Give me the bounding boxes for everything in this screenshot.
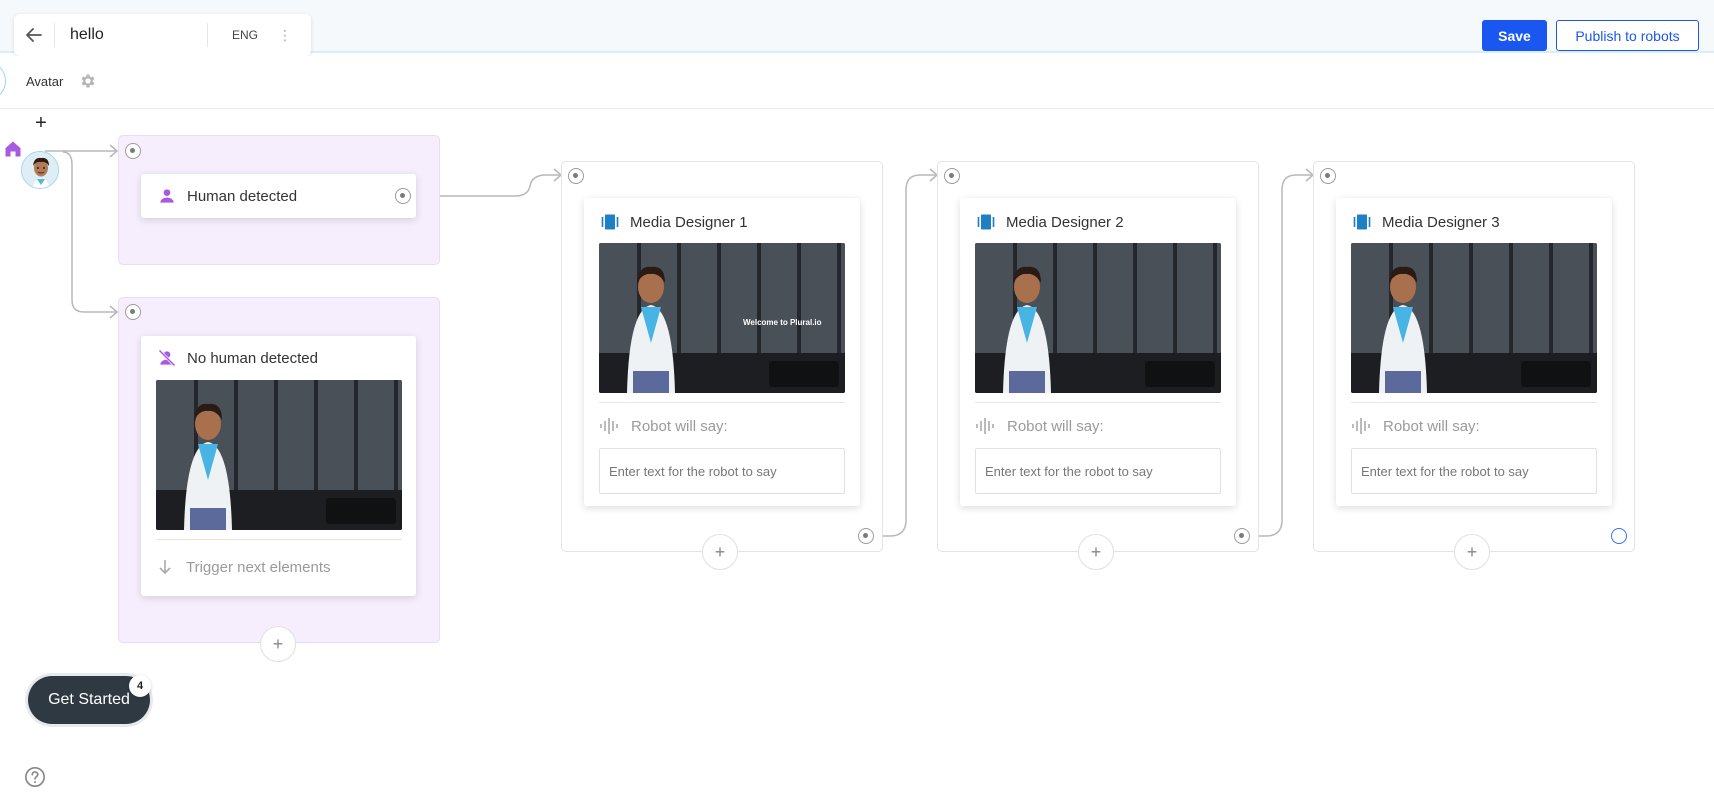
add-element-button[interactable]: +: [702, 534, 738, 570]
media-designer-3-output-port[interactable]: [1611, 528, 1627, 544]
app-root: hello ENG ⋮ Save Publish to robots Avata…: [0, 0, 1714, 809]
robot-will-say-label: Robot will say:: [631, 417, 728, 435]
media-designer-icon: [977, 214, 995, 230]
card-divider: [1351, 402, 1597, 403]
more-options-icon[interactable]: ⋮: [278, 27, 292, 44]
robot-will-say-row: Robot will say:: [599, 416, 728, 436]
help-button[interactable]: [15, 762, 55, 792]
title-separator-2: [207, 23, 208, 47]
media-overlay-text: Welcome to Plural.io: [743, 318, 822, 327]
card-divider: [156, 539, 402, 540]
card-title: Media Designer 3: [1382, 214, 1500, 231]
add-element-button[interactable]: +: [260, 626, 296, 662]
avatar-scene-image: Welcome to Plural.io: [599, 243, 845, 393]
avatar-label: Avatar: [26, 74, 64, 89]
person-off-icon: [158, 349, 176, 367]
publish-button[interactable]: Publish to robots: [1556, 20, 1699, 51]
human-detected-output-port[interactable]: [395, 188, 411, 204]
media-designer-2-card[interactable]: Media Designer 2 Robot will say:: [960, 198, 1236, 506]
trigger-label: Trigger next elements: [186, 558, 331, 576]
robot-say-input[interactable]: [975, 448, 1221, 494]
get-started-badge: 4: [129, 675, 151, 697]
card-title: Human detected: [187, 188, 298, 205]
no-human-detected-card[interactable]: No human detected Trigger next elements: [141, 336, 416, 596]
back-button[interactable]: [14, 14, 54, 56]
sub-toolbar: [0, 56, 1714, 109]
card-divider: [599, 402, 845, 403]
avatar-scene-image: [1351, 243, 1597, 393]
robot-say-input[interactable]: [599, 448, 845, 494]
media-designer-icon: [601, 214, 619, 230]
robot-will-say-row: Robot will say:: [975, 416, 1104, 436]
media-designer-1-input-port[interactable]: [568, 168, 584, 184]
card-divider: [975, 402, 1221, 403]
help-circle-icon: [25, 767, 45, 787]
avatar-scene-image: [156, 380, 402, 530]
robot-will-say-row: Robot will say:: [1351, 416, 1480, 436]
no-human-detected-input-port[interactable]: [125, 304, 141, 320]
media-designer-1-output-port[interactable]: [858, 528, 874, 544]
audio-wave-icon: [600, 418, 618, 434]
avatar-portrait-icon: [22, 152, 58, 188]
media-thumbnail: Welcome to Plural.io: [599, 243, 845, 393]
media-designer-2-output-port[interactable]: [1234, 528, 1250, 544]
media-thumbnail: [975, 243, 1221, 393]
arrow-left-icon: [26, 28, 42, 42]
media-designer-3-input-port[interactable]: [1320, 168, 1336, 184]
card-title: No human detected: [187, 350, 318, 367]
add-element-button[interactable]: +: [1078, 534, 1114, 570]
project-title[interactable]: hello: [55, 26, 207, 44]
title-bar: hello ENG ⋮: [14, 14, 311, 56]
media-designer-1-card[interactable]: Media Designer 1 Welcome to Plural.io Ro…: [584, 198, 860, 506]
card-title: Media Designer 2: [1006, 214, 1124, 231]
language-selector[interactable]: ENG: [232, 28, 258, 42]
add-trigger-button[interactable]: +: [26, 108, 56, 138]
avatar[interactable]: [21, 151, 59, 189]
human-detected-input-port[interactable]: [125, 143, 141, 159]
arrow-down-icon: [159, 560, 171, 575]
trigger-next-elements[interactable]: Trigger next elements: [156, 558, 331, 576]
robot-will-say-label: Robot will say:: [1007, 417, 1104, 435]
media-designer-3-card[interactable]: Media Designer 3 Robot will say:: [1336, 198, 1612, 506]
audio-wave-icon: [1352, 418, 1370, 434]
human-detected-card[interactable]: Human detected: [141, 174, 416, 218]
save-button[interactable]: Save: [1482, 20, 1547, 51]
media-thumbnail: [156, 380, 402, 530]
person-icon: [160, 189, 174, 203]
gear-icon[interactable]: [79, 72, 97, 90]
robot-will-say-label: Robot will say:: [1383, 417, 1480, 435]
audio-wave-icon: [976, 418, 994, 434]
card-title: Media Designer 1: [630, 214, 748, 231]
media-thumbnail: [1351, 243, 1597, 393]
home-icon[interactable]: [3, 139, 23, 159]
media-designer-2-input-port[interactable]: [944, 168, 960, 184]
robot-say-input[interactable]: [1351, 448, 1597, 494]
media-designer-icon: [1353, 214, 1371, 230]
avatar-scene-image: [975, 243, 1221, 393]
add-element-button[interactable]: +: [1454, 534, 1490, 570]
